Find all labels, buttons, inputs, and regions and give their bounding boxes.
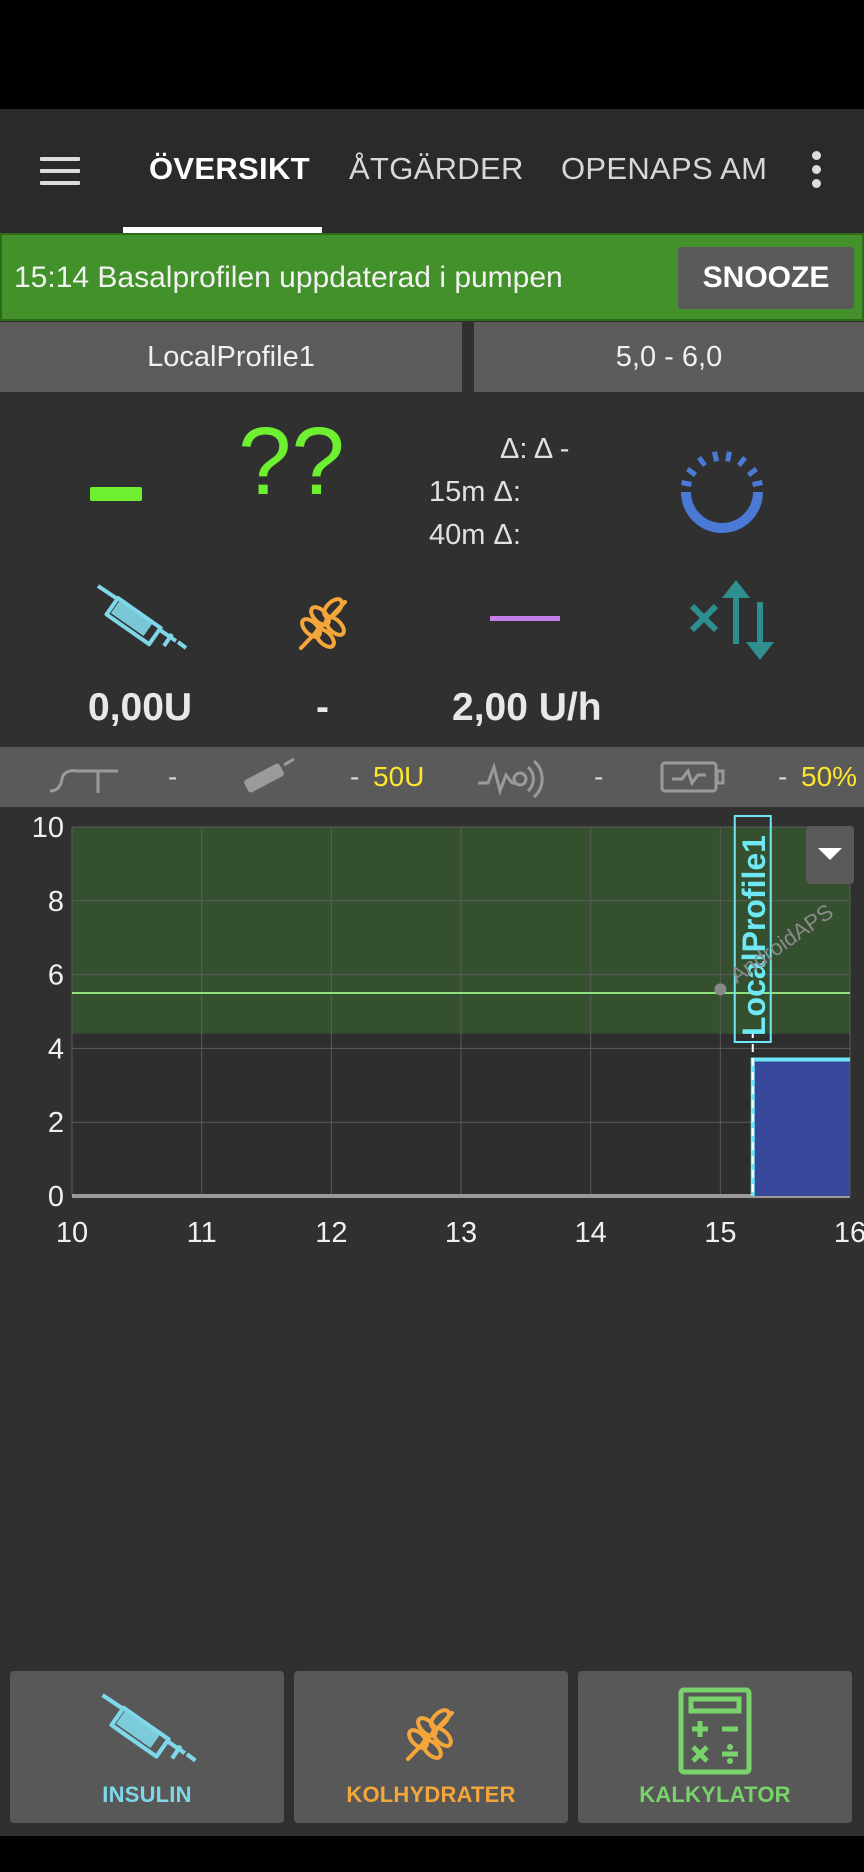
y-tick-label: 4 (48, 1033, 64, 1065)
cob-value: - (316, 686, 329, 729)
loop-status-icon[interactable] (676, 446, 768, 538)
sensor-icon (478, 759, 544, 799)
profile-button[interactable]: LocalProfile1 (0, 322, 462, 392)
graph-menu-dropdown[interactable] (806, 826, 854, 884)
trend-dash-icon (90, 487, 142, 501)
snooze-button[interactable]: SNOOZE (678, 247, 854, 309)
pump-status-row: - - 50U - - 50% (0, 747, 864, 807)
basal-block (752, 1059, 850, 1196)
delta-text: Δ: Δ - (500, 433, 570, 465)
tab-atgarder[interactable]: ÅTGÄRDER (349, 151, 524, 187)
reservoir-age: - (350, 761, 360, 792)
cannula-age: - (168, 761, 178, 792)
x-tick-label: 12 (315, 1217, 347, 1248)
basal-rate-value: 2,00 U/h (452, 686, 602, 729)
carbs-label: KOLHYDRATER (346, 1782, 516, 1807)
y-tick-label: 10 (32, 812, 64, 844)
bg-graph[interactable]: 10 11 12 13 14 15 160246810LocalProfile1Androi… (0, 808, 864, 1248)
sensor-age: - (594, 761, 604, 792)
insulin-button[interactable]: INSULIN (10, 1671, 284, 1823)
notification-text: 15:14 Basalprofilen uppdaterad i pumpen (14, 261, 563, 294)
y-tick-label: 8 (48, 886, 64, 918)
syringe-icon (96, 584, 188, 650)
reservoir-level: 50U (373, 761, 425, 792)
status-bar (0, 0, 864, 109)
app-bar: ÖVERSIKT ÅTGÄRDER OPENAPS AM (0, 109, 864, 233)
sensitivity-arrows-icon (689, 580, 774, 660)
cannula-icon (49, 769, 118, 793)
calculator-button[interactable]: KALKYLATOR (578, 1671, 852, 1823)
battery-level: 50% (801, 761, 858, 792)
x-tick-label: 10 (56, 1217, 88, 1248)
delta-15m: 15m Δ: (429, 476, 521, 508)
system-nav-bar (0, 1836, 864, 1872)
reservoir-icon (244, 757, 295, 793)
target-range-button[interactable]: 5,0 - 6,0 (474, 322, 864, 392)
hamburger-menu-icon[interactable] (36, 153, 84, 189)
x-tick-label: 13 (445, 1217, 477, 1248)
syringe-icon (101, 1693, 197, 1763)
notification-banner: 15:14 Basalprofilen uppdaterad i pumpen … (0, 233, 864, 321)
x-tick-label: 15 (704, 1217, 736, 1248)
y-tick-label: 0 (48, 1181, 64, 1213)
calculator-icon (678, 1687, 752, 1775)
wheat-icon (299, 597, 347, 650)
calculator-label: KALKYLATOR (639, 1782, 791, 1807)
y-tick-label: 6 (48, 960, 64, 992)
basal-line-icon (490, 616, 560, 621)
y-tick-label: 2 (48, 1107, 64, 1139)
battery-icon (660, 761, 725, 793)
carbs-button[interactable]: KOLHYDRATER (294, 1671, 568, 1823)
battery-age: - (778, 761, 788, 792)
delta-40m: 40m Δ: (429, 519, 521, 551)
more-vert-icon[interactable] (806, 149, 826, 191)
x-tick-label: 11 (187, 1217, 217, 1248)
insulin-label: INSULIN (102, 1782, 192, 1807)
bg-value: ?? (238, 408, 345, 515)
x-tick-label: 14 (575, 1217, 607, 1248)
tab-oversikt[interactable]: ÖVERSIKT (149, 151, 310, 187)
tab-openaps-am[interactable]: OPENAPS AM (561, 151, 767, 187)
iob-value: 0,00U (88, 686, 193, 729)
wheat-icon (406, 1708, 454, 1761)
bg-point (714, 983, 727, 996)
x-tick-label: 16 (834, 1217, 864, 1248)
profile-switch-label: LocalProfile1 (736, 835, 772, 1036)
